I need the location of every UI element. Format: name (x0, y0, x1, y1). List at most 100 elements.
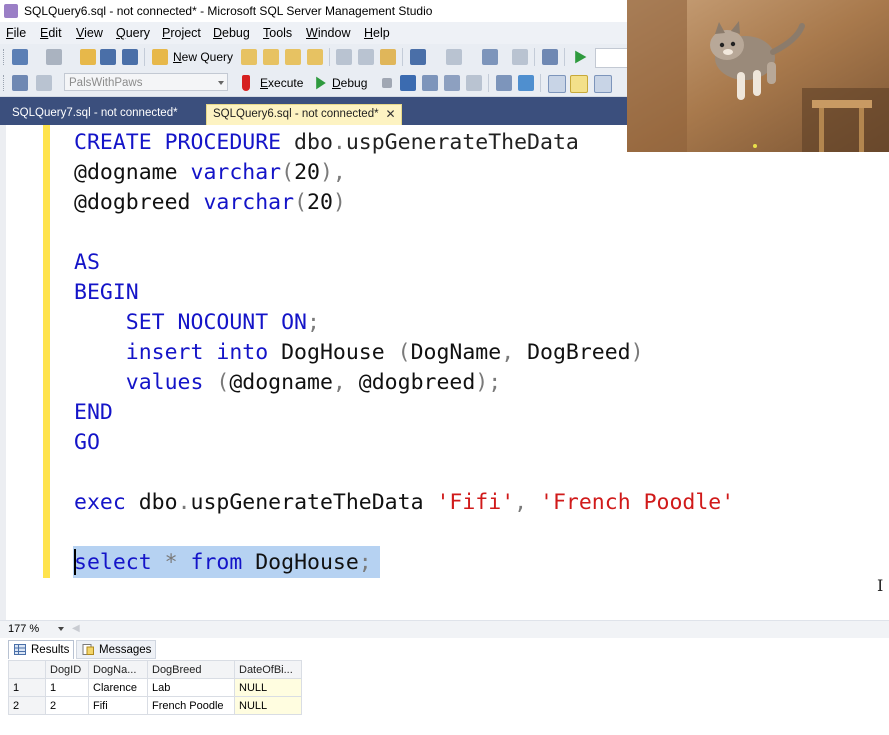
code-line[interactable]: GO (74, 430, 100, 455)
xmla-query-icon[interactable] (307, 49, 323, 65)
menu-project[interactable]: Project (162, 26, 201, 40)
connect-icon[interactable] (12, 75, 28, 91)
code-token: @dogname (74, 160, 191, 185)
code-token: ( (397, 340, 411, 365)
tab-messages[interactable]: Messages (76, 640, 157, 659)
grid-cell[interactable]: Fifi (88, 696, 148, 715)
menu-help[interactable]: Help (364, 26, 390, 40)
paste-icon[interactable] (380, 49, 396, 65)
new-query-icon[interactable] (152, 49, 168, 65)
parse-icon[interactable] (400, 75, 416, 91)
results-grid[interactable]: DogID DogNa... DogBreed DateOfBi... 1 1 … (8, 660, 302, 715)
row-number[interactable]: 1 (8, 678, 46, 697)
column-header[interactable]: DogID (45, 660, 89, 679)
open-folder-icon[interactable] (80, 49, 96, 65)
mdx-query-icon[interactable] (285, 49, 301, 65)
menu-query[interactable]: Query (116, 26, 150, 40)
toolbar-separator (402, 48, 403, 66)
scroll-left-icon[interactable]: ◀ (72, 623, 80, 634)
change-connection-icon[interactable] (36, 75, 52, 91)
code-line[interactable]: values (@dogname, @dogbreed); (74, 370, 501, 395)
menu-view[interactable]: View (76, 26, 103, 40)
chevron-down-icon[interactable] (58, 627, 64, 631)
new-project-icon[interactable] (12, 49, 28, 65)
grid-cell[interactable]: Clarence (88, 678, 148, 697)
code-token: 20 (307, 190, 333, 215)
debug-play-icon[interactable] (316, 76, 326, 90)
grid-cell[interactable]: NULL (234, 696, 302, 715)
tab-sqlquery6[interactable]: SQLQuery6.sql - not connected* ✕ (206, 104, 402, 125)
toolbar-grip[interactable] (3, 75, 7, 91)
menu-debug[interactable]: Debug (213, 26, 250, 40)
cut-icon[interactable] (336, 49, 352, 65)
query-designer-icon[interactable] (444, 75, 460, 91)
navigate-forward-icon[interactable] (512, 49, 528, 65)
tab-results[interactable]: Results (8, 640, 75, 659)
tab-sqlquery7[interactable]: SQLQuery7.sql - not connected* (6, 104, 184, 125)
grid-corner[interactable] (8, 660, 46, 679)
solution-config-dropdown[interactable] (595, 48, 631, 68)
query-options-icon[interactable] (466, 75, 482, 91)
results-to-text-icon[interactable] (548, 75, 566, 93)
start-debug-icon[interactable] (575, 50, 587, 64)
ssms-app-icon (4, 4, 18, 18)
table-row[interactable]: 2 2 Fifi French Poodle NULL (8, 696, 302, 715)
query-editor[interactable]: CREATE PROCEDURE dbo.uspGenerateTheData @… (0, 125, 889, 620)
code-line[interactable]: insert into DogHouse (DogName, DogBreed) (74, 340, 644, 365)
code-line[interactable]: END (74, 400, 113, 425)
code-line[interactable]: @dogname varchar(20), (74, 160, 346, 185)
results-to-file-icon[interactable] (594, 75, 612, 93)
code-token: , (332, 370, 359, 395)
code-token: GO (74, 430, 100, 455)
text-caret (74, 549, 76, 575)
execute-icon[interactable] (242, 75, 250, 91)
column-header[interactable]: DogNa... (88, 660, 148, 679)
code-line[interactable]: CREATE PROCEDURE dbo.uspGenerateTheData (74, 130, 579, 155)
code-line[interactable]: AS (74, 250, 100, 275)
grid-cell[interactable]: Lab (147, 678, 235, 697)
analysis-query-icon[interactable] (263, 49, 279, 65)
results-tab-label: Results (31, 644, 70, 656)
cancel-query-icon[interactable] (382, 78, 392, 88)
add-item-icon[interactable] (46, 49, 62, 65)
db-engine-query-icon[interactable] (241, 49, 257, 65)
available-databases-dropdown[interactable]: PalsWithPaws (64, 73, 228, 91)
code-line[interactable]: @dogbreed varchar(20) (74, 190, 346, 215)
debug-button[interactable]: Debug (332, 76, 367, 90)
toolbar-grip[interactable] (3, 49, 7, 65)
code-token: DogHouse (242, 550, 359, 575)
new-query-button[interactable]: New Query (173, 50, 233, 64)
execute-button[interactable]: Execute (260, 76, 303, 90)
grid-cell[interactable]: 2 (45, 696, 89, 715)
code-line[interactable]: SET NOCOUNT ON; (74, 310, 320, 335)
results-to-grid-icon[interactable] (570, 75, 588, 93)
activity-monitor-icon[interactable] (542, 49, 558, 65)
copy-icon[interactable] (358, 49, 374, 65)
tab-label: SQLQuery6.sql - not connected* (213, 108, 379, 120)
intellisense-icon[interactable] (496, 75, 512, 91)
close-icon[interactable]: ✕ (386, 105, 396, 124)
row-number[interactable]: 2 (8, 696, 46, 715)
grid-cell[interactable]: French Poodle (147, 696, 235, 715)
code-line[interactable]: select * from DogHouse; (74, 550, 372, 575)
save-icon[interactable] (100, 49, 116, 65)
table-row[interactable]: 1 1 Clarence Lab NULL (8, 678, 302, 697)
navigate-backward-icon[interactable] (482, 49, 498, 65)
code-token: select (74, 550, 152, 575)
grid-cell[interactable]: 1 (45, 678, 89, 697)
column-header[interactable]: DogBreed (147, 660, 235, 679)
menu-tools[interactable]: Tools (263, 26, 292, 40)
code-line[interactable]: exec dbo.uspGenerateTheData 'Fifi', 'Fre… (74, 490, 734, 515)
undo-icon[interactable] (410, 49, 426, 65)
display-estimated-plan-icon[interactable] (422, 75, 438, 91)
column-header[interactable]: DateOfBi... (234, 660, 302, 679)
grid-cell[interactable]: NULL (234, 678, 302, 697)
menu-window[interactable]: Window (306, 26, 350, 40)
include-actual-plan-icon[interactable] (518, 75, 534, 91)
save-all-icon[interactable] (122, 49, 138, 65)
menu-edit[interactable]: Edit (40, 26, 62, 40)
code-token: . (332, 130, 346, 155)
code-line[interactable]: BEGIN (74, 280, 139, 305)
menu-file[interactable]: File (6, 26, 26, 40)
redo-icon[interactable] (446, 49, 462, 65)
